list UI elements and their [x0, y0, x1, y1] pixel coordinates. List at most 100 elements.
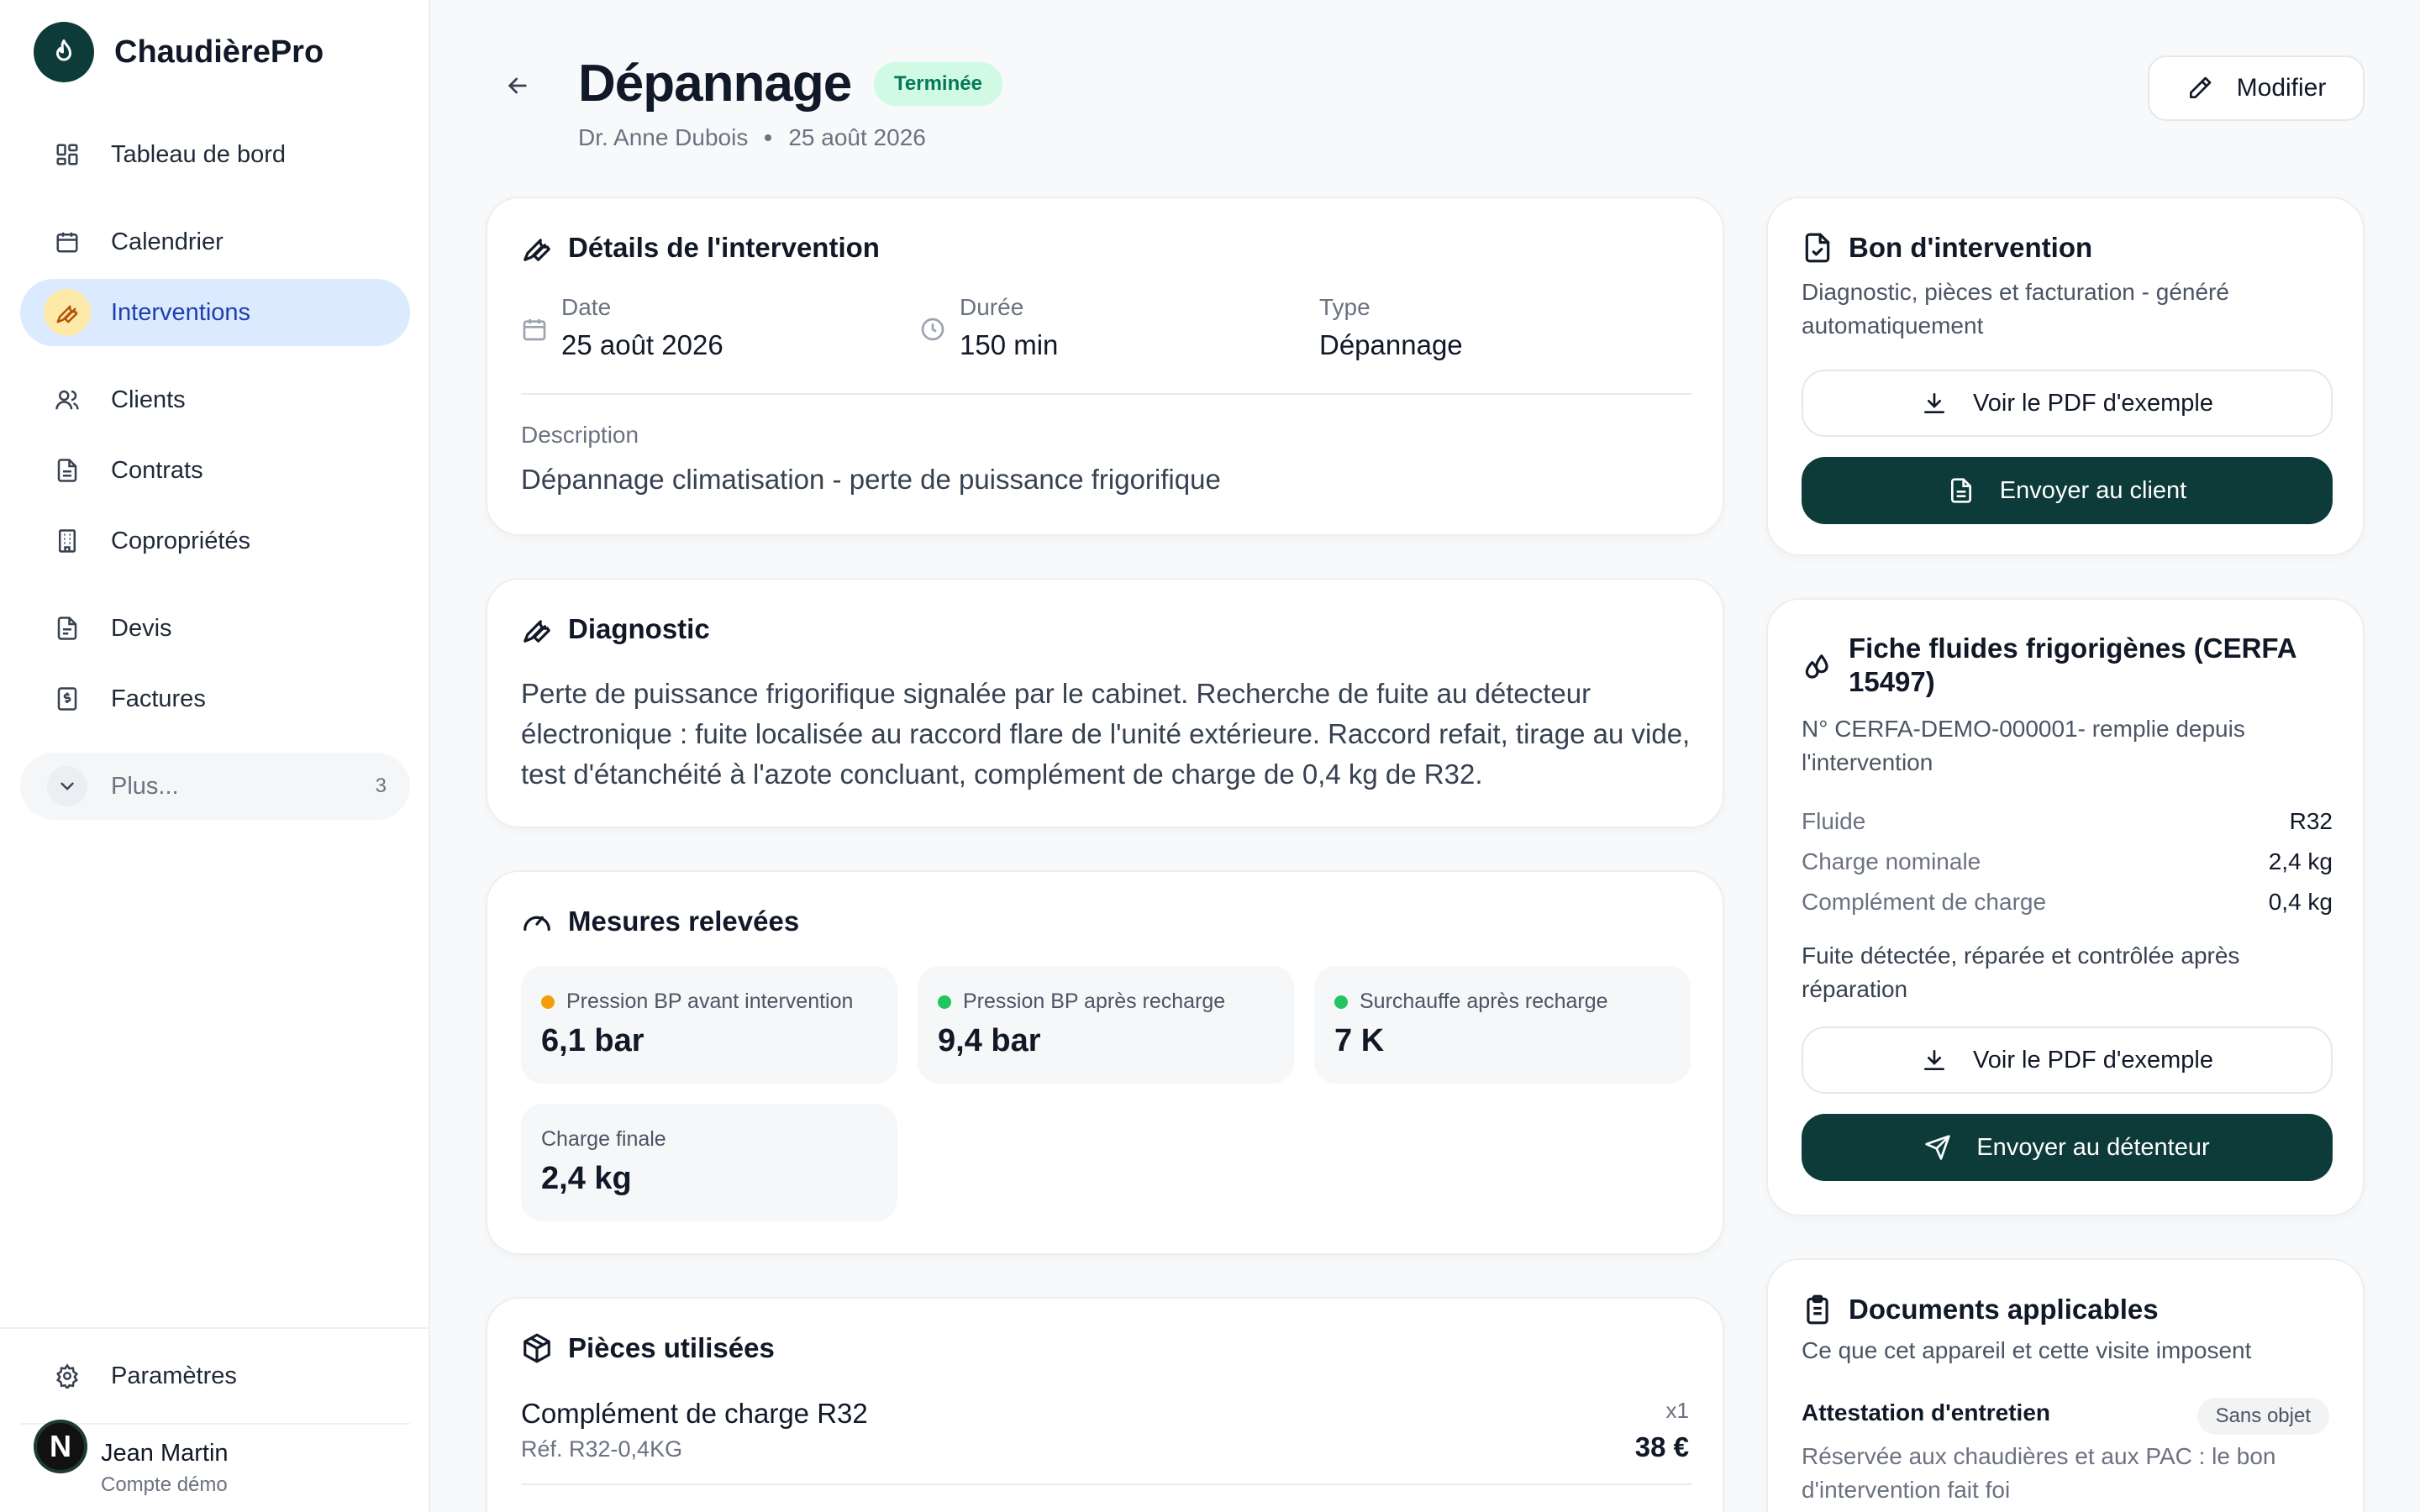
- measures-card-title: Mesures relevées: [521, 906, 799, 937]
- send-to-holder-button[interactable]: Envoyer au détenteur: [1802, 1114, 2333, 1181]
- bon-card-title: Bon d'intervention: [1802, 232, 2092, 264]
- cerfa-row-key: Complément de charge: [1802, 889, 2047, 915]
- description-label: Description: [521, 422, 639, 448]
- sidebar-item-label: Copropriétés: [111, 527, 251, 554]
- file-text-icon: [50, 612, 84, 645]
- sidebar: ChaudièrePro Tableau de bord Calendrier …: [0, 0, 430, 1512]
- separator-dot: [765, 134, 772, 141]
- flame-icon: [34, 22, 94, 82]
- sidebar-item-calendrier[interactable]: Calendrier: [20, 208, 410, 276]
- sidebar-item-label: Contrats: [111, 456, 203, 484]
- calendar-icon: [523, 319, 546, 341]
- cerfa-view-pdf-button[interactable]: Voir le PDF d'exemple: [1802, 1026, 2333, 1094]
- sidebar-item-label: Factures: [111, 685, 206, 712]
- sidebar-item-clients[interactable]: Clients: [20, 366, 410, 433]
- details-card-title: Détails de l'intervention: [521, 232, 880, 264]
- sidebar-item-label: Tableau de bord: [111, 140, 286, 168]
- diagnostic-title-text: Diagnostic: [568, 613, 710, 644]
- diagnostic-card: Diagnostic Perte de puissance frigorifiq…: [486, 578, 1724, 828]
- cerfa-row-value: 0,4 kg: [2268, 889, 2333, 915]
- file-text-icon: [1950, 478, 1971, 503]
- sidebar-more-button[interactable]: Plus... 3: [20, 753, 410, 820]
- edit-button[interactable]: Modifier: [2148, 55, 2365, 121]
- avatar[interactable]: N: [34, 1420, 87, 1473]
- view-pdf-button[interactable]: Voir le PDF d'exemple: [1802, 370, 2333, 437]
- part-qty: x1: [1665, 1398, 1689, 1423]
- measure-label: Pression BP avant intervention: [541, 990, 853, 1014]
- document-badge: Sans objet: [2196, 1398, 2329, 1435]
- download-icon: [1924, 1050, 1944, 1070]
- wrench-icon: [523, 620, 550, 643]
- file-icon: [50, 454, 84, 487]
- cerfa-note: Fuite détectée, réparée et contrôlée apr…: [1802, 942, 2240, 1002]
- view-pdf-label: Voir le PDF d'exemple: [1973, 389, 2213, 417]
- sidebar-item-parametres[interactable]: Paramètres: [20, 1342, 410, 1410]
- cerfa-row: Fluide R32: [1802, 808, 2333, 835]
- date-label: Date: [561, 294, 612, 320]
- measure-tile: Surchauffe après recharge 7 K: [1314, 966, 1691, 1084]
- status-dot: [1334, 995, 1348, 1009]
- send-icon: [1925, 1135, 1951, 1160]
- parts-title-text: Pièces utilisées: [568, 1332, 775, 1363]
- sidebar-item-label: Paramètres: [111, 1362, 237, 1389]
- measure-label: Surchauffe après recharge: [1334, 990, 1608, 1014]
- invoice-icon: [50, 682, 84, 716]
- bon-title-text: Bon d'intervention: [1849, 232, 2093, 263]
- details-card: Détails de l'intervention Date 25 août 2…: [486, 197, 1724, 536]
- package-icon: [523, 1333, 550, 1363]
- type-label: Type: [1319, 294, 1370, 320]
- parts-divider: [521, 1483, 1692, 1485]
- sidebar-item-devis[interactable]: Devis: [20, 595, 410, 662]
- sidebar-divider: [20, 1423, 410, 1425]
- sidebar-divider: [0, 1327, 430, 1329]
- clock-icon: [921, 318, 944, 341]
- measure-value: 7 K: [1334, 1023, 1385, 1058]
- cerfa-row-value: 2,4 kg: [2268, 848, 2333, 874]
- description-value: Dépannage climatisation - perte de puiss…: [521, 464, 1221, 495]
- measure-tile: Pression BP avant intervention 6,1 bar: [521, 966, 897, 1084]
- date-value: 25 août 2026: [561, 329, 723, 360]
- cerfa-title: Fiche fluides frigorigènes (CERFA 15497): [1849, 633, 2296, 697]
- status-dot: [938, 995, 951, 1009]
- diagnostic-card-title: Diagnostic: [521, 613, 710, 645]
- sidebar-item-coproprietes[interactable]: Copropriétés: [20, 507, 410, 575]
- cerfa-row-key: Charge nominale: [1802, 848, 1981, 874]
- wrench-icon: [44, 289, 91, 336]
- sidebar-item-contrats[interactable]: Contrats: [20, 437, 410, 504]
- sidebar-item-interventions[interactable]: Interventions: [20, 279, 410, 346]
- measure-value: 2,4 kg: [541, 1161, 632, 1196]
- details-title-text: Détails de l'intervention: [568, 232, 880, 263]
- send-to-holder-label: Envoyer au détenteur: [1976, 1133, 2210, 1161]
- cerfa-view-pdf-label: Voir le PDF d'exemple: [1973, 1046, 2213, 1074]
- measure-label-text: Pression BP après recharge: [963, 990, 1226, 1013]
- sidebar-item-tableau-de-bord[interactable]: Tableau de bord: [20, 121, 410, 188]
- measure-label-text: Pression BP avant intervention: [566, 990, 854, 1013]
- app-logo[interactable]: ChaudièrePro: [34, 22, 324, 82]
- back-button[interactable]: [499, 67, 536, 104]
- part-price: 38 €: [1634, 1431, 1689, 1462]
- status-dot: [541, 995, 555, 1009]
- sidebar-item-label: Clients: [111, 386, 186, 413]
- type-value: Dépannage: [1319, 329, 1463, 360]
- technician-name: Dr. Anne Dubois: [578, 124, 749, 150]
- document-name: Attestation d'entretien: [1802, 1399, 2051, 1425]
- send-to-client-button[interactable]: Envoyer au client: [1802, 457, 2333, 524]
- dashboard-icon: [50, 138, 84, 171]
- documents-card-title: Documents applicables: [1802, 1294, 2159, 1326]
- user-name: Jean Martin: [101, 1440, 229, 1467]
- building-icon: [50, 524, 84, 558]
- clipboard-icon: [1807, 1294, 1828, 1325]
- diagnostic-text: Perte de puissance frigorifique signalée…: [521, 678, 1691, 790]
- file-check-icon: [1805, 233, 1830, 263]
- measures-card: Mesures relevées Pression BP avant inter…: [486, 870, 1724, 1255]
- cerfa-row: Complément de charge 0,4 kg: [1802, 889, 2333, 916]
- sidebar-item-factures[interactable]: Factures: [20, 665, 410, 732]
- calendar-icon: [50, 225, 84, 259]
- edit-button-label: Modifier: [2236, 74, 2327, 102]
- measure-label: Pression BP après recharge: [938, 990, 1225, 1014]
- page-title: Dépannage: [578, 55, 852, 113]
- documents-desc: Ce que cet appareil et cette visite impo…: [1802, 1337, 2252, 1363]
- part-ref: Réf. R32-0,4KG: [521, 1436, 683, 1462]
- droplets-icon: [1805, 654, 1828, 679]
- wrench-icon: [523, 239, 550, 261]
